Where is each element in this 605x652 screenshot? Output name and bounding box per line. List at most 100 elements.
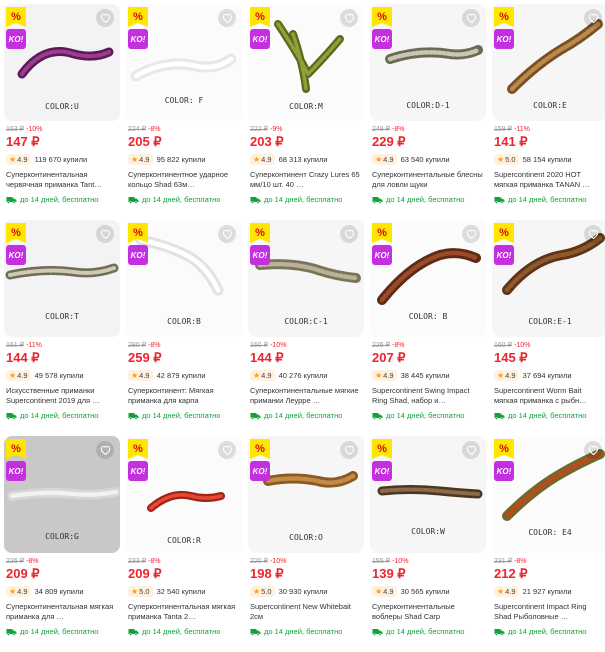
favorite-heart-icon[interactable] (584, 441, 602, 459)
product-title[interactable]: Supercontinent Worm Bait мягкая приманка… (494, 386, 605, 406)
ko-badge: KO! (250, 29, 270, 49)
product-card[interactable]: COLOR:W % KO! 155 ₽ -10% 139 ₽ ★ 4.9 30 56… (370, 436, 486, 652)
old-price: 280 ₽ (128, 342, 147, 349)
product-image[interactable]: COLOR:C-1 % KO! (248, 220, 364, 337)
product-title[interactable]: Суперконтинентальная мягкая приманка Tan… (128, 602, 240, 622)
favorite-heart-icon[interactable] (340, 225, 358, 243)
favorite-heart-icon[interactable] (340, 9, 358, 27)
product-image[interactable]: COLOR:B % KO! (126, 220, 242, 337)
product-title[interactable]: Искусственные приманки Supercontinent 20… (6, 386, 118, 406)
product-image[interactable]: COLOR:T % KO! (4, 220, 120, 337)
discount-percent: -8% (514, 558, 527, 565)
favorite-heart-icon[interactable] (462, 9, 480, 27)
favorite-heart-icon[interactable] (96, 225, 114, 243)
delivery-text: до 14 дней, бесплатно (386, 627, 465, 636)
discount-percent: -11% (26, 342, 42, 349)
color-label: COLOR:D-1 (406, 101, 450, 110)
product-card[interactable]: COLOR:U % KO! 163 ₽ -10% 147 ₽ ★ 4.9 119 6… (4, 4, 120, 220)
old-price-row: 224 ₽ -8% (128, 125, 240, 134)
rating-value: 4.9 (17, 586, 28, 596)
product-image[interactable]: COLOR: F % KO! (126, 4, 242, 121)
product-image[interactable]: COLOR:M % KO! (248, 4, 364, 121)
product-image[interactable]: COLOR:U % KO! (4, 4, 120, 121)
old-price: 224 ₽ (128, 126, 147, 133)
old-price: 160 ₽ (250, 342, 269, 349)
product-card[interactable]: COLOR:B % KO! 280 ₽ -8% 259 ₽ ★ 4.9 42 879… (126, 220, 242, 436)
product-title[interactable]: Supercontinent Swing Impact Ring Shad, н… (372, 386, 484, 406)
bought-count: 119 670 купили (34, 154, 88, 164)
product-image[interactable]: COLOR:W % KO! (370, 436, 486, 553)
favorite-heart-icon[interactable] (584, 225, 602, 243)
ko-badge: KO! (372, 461, 392, 481)
product-image[interactable]: COLOR:G % KO! (4, 436, 120, 553)
delivery-info: до 14 дней, бесплатно (6, 411, 118, 420)
delivery-info: до 14 дней, бесплатно (250, 627, 362, 636)
product-card[interactable]: COLOR: E4 % KO! 231 ₽ -8% 212 ₽ ★ 4.9 21 9… (492, 436, 605, 652)
product-card[interactable]: COLOR: B % KO! 226 ₽ -8% 207 ₽ ★ 4.9 38 44… (370, 220, 486, 436)
favorite-heart-icon[interactable] (96, 9, 114, 27)
old-price-row: 226 ₽ -8% (6, 557, 118, 566)
delivery-info: до 14 дней, бесплатно (128, 411, 240, 420)
product-image[interactable]: COLOR: E4 % KO! (492, 436, 605, 553)
product-image[interactable]: COLOR:E-1 % KO! (492, 220, 605, 337)
price: 139 ₽ (372, 566, 406, 581)
product-card[interactable]: COLOR:D-1 % KO! 248 ₽ -8% 229 ₽ ★ 4.9 63 5… (370, 4, 486, 220)
product-card[interactable]: COLOR:O % KO! 220 ₽ -10% 198 ₽ ★ 5.0 30 93… (248, 436, 364, 652)
product-title[interactable]: Суперконтинент: Мягкая приманка для карп… (128, 386, 240, 406)
price: 141 ₽ (494, 134, 528, 149)
star-icon: ★ (375, 370, 383, 380)
favorite-heart-icon[interactable] (218, 9, 236, 27)
delivery-info: до 14 дней, бесплатно (494, 627, 605, 636)
product-card[interactable]: COLOR:R % KO! 233 ₽ -8% 209 ₽ ★ 5.0 32 540… (126, 436, 242, 652)
price: 212 ₽ (494, 566, 528, 581)
old-price-row: 155 ₽ -10% (372, 557, 484, 566)
old-price-row: 161 ₽ -11% (6, 341, 118, 350)
discount-percent: -10% (26, 126, 43, 133)
favorite-heart-icon[interactable] (462, 225, 480, 243)
product-card[interactable]: COLOR:T % KO! 161 ₽ -11% 144 ₽ ★ 4.9 49 57… (4, 220, 120, 436)
product-image[interactable]: COLOR:E % KO! (492, 4, 605, 121)
delivery-info: до 14 дней, бесплатно (372, 195, 484, 204)
discount-percent: -10% (392, 558, 409, 565)
favorite-heart-icon[interactable] (96, 441, 114, 459)
product-title[interactable]: Supercontinent Impact Ring Shad Рыболовн… (494, 602, 605, 622)
product-card[interactable]: COLOR:E-1 % KO! 160 ₽ -10% 145 ₽ ★ 4.9 37 … (492, 220, 605, 436)
favorite-heart-icon[interactable] (340, 441, 358, 459)
favorite-heart-icon[interactable] (218, 225, 236, 243)
old-price: 231 ₽ (494, 558, 513, 565)
discount-percent: -10% (514, 342, 531, 349)
price: 207 ₽ (372, 350, 406, 365)
product-image[interactable]: COLOR:D-1 % KO! (370, 4, 486, 121)
product-title[interactable]: Supercontinent New Whitebait 2см (250, 602, 362, 622)
product-title[interactable]: Суперконтинентальные воблеры Shad Carp (372, 602, 484, 622)
ko-badge: KO! (6, 245, 26, 265)
favorite-heart-icon[interactable] (218, 441, 236, 459)
delivery-text: до 14 дней, бесплатно (386, 411, 465, 420)
product-card[interactable]: COLOR:E % KO! 159 ₽ -11% 141 ₽ ★ 5.0 58 15… (492, 4, 605, 220)
product-card[interactable]: COLOR: F % KO! 224 ₽ -8% 205 ₽ ★ 4.9 95 82… (126, 4, 242, 220)
product-image[interactable]: COLOR: B % KO! (370, 220, 486, 337)
delivery-text: до 14 дней, бесплатно (264, 411, 343, 420)
product-card[interactable]: COLOR:G % KO! 226 ₽ -8% 209 ₽ ★ 4.9 34 809… (4, 436, 120, 652)
discount-percent: -8% (148, 126, 161, 133)
rating-badge: ★ 4.9 (6, 369, 31, 381)
favorite-heart-icon[interactable] (584, 9, 602, 27)
product-image[interactable]: COLOR:O % KO! (248, 436, 364, 553)
product-title[interactable]: Суперконтинентальные блесны для ловли щу… (372, 170, 484, 190)
rating-value: 4.9 (17, 370, 28, 380)
rating-badge: ★ 4.9 (372, 585, 397, 597)
product-card[interactable]: COLOR:C-1 % KO! 160 ₽ -10% 144 ₽ ★ 4.9 40 … (248, 220, 364, 436)
price: 147 ₽ (6, 134, 40, 149)
product-title[interactable]: Supercontinent 2020 HOT мягкая приманка … (494, 170, 605, 190)
product-title[interactable]: Суперконтинентальные мягкие приманки Леу… (250, 386, 362, 406)
bought-count: 21 927 купили (522, 586, 572, 596)
product-title[interactable]: Суперконтинентальная мягкая приманка для… (6, 602, 118, 622)
product-image[interactable]: COLOR:R % KO! (126, 436, 242, 553)
truck-icon (494, 412, 505, 420)
product-title[interactable]: Суперконтинентальная червячная приманка … (6, 170, 118, 190)
product-title[interactable]: Суперконтинент Crazy Lures 65 мм/10 шт. … (250, 170, 362, 190)
favorite-heart-icon[interactable] (462, 441, 480, 459)
delivery-text: до 14 дней, бесплатно (264, 627, 343, 636)
product-title[interactable]: Суперконтинентное ударное кольцо Shad 63… (128, 170, 240, 190)
product-card[interactable]: COLOR:M % KO! 222 ₽ -9% 203 ₽ ★ 4.9 68 313… (248, 4, 364, 220)
